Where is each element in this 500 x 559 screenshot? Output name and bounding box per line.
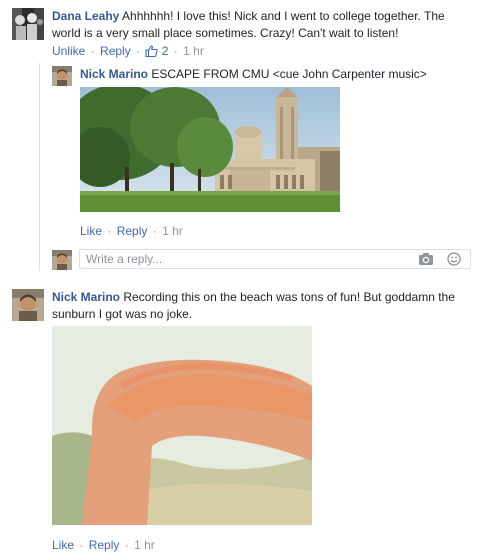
comment-text-line-1: Recording this on the beach was tons of … (123, 290, 455, 304)
camera-icon-svg (419, 253, 433, 265)
reply-input[interactable] (86, 252, 406, 266)
like-count-number: 2 (161, 44, 169, 58)
smiley-icon[interactable] (446, 252, 462, 266)
separator: · (136, 44, 141, 58)
reply-actions: Like · Reply · 1 hr (80, 224, 183, 238)
reply-link[interactable]: Reply (89, 538, 120, 552)
sunburn-photo[interactable] (52, 326, 312, 525)
camera-icon[interactable] (418, 252, 434, 266)
separator: · (79, 538, 84, 552)
current-user-avatar (52, 250, 72, 270)
thread-line (39, 63, 40, 271)
avatar-image (52, 66, 72, 86)
avatar-nick-marino[interactable] (12, 289, 44, 321)
smiley-icon-svg (447, 252, 461, 266)
separator: · (124, 538, 129, 552)
comment-body: Nick Marino Recording this on the beach … (52, 289, 482, 323)
like-link[interactable]: Like (80, 224, 102, 238)
reply-body: Nick Marino ESCAPE FROM CMU <cue John Ca… (80, 66, 480, 83)
cmu-photo[interactable] (80, 87, 340, 212)
comment-text-line-2: sunburn I got was no joke. (52, 307, 193, 321)
avatar-image (12, 289, 44, 321)
comment-body: Dana Leahy Ahhhhhh! I love this! Nick an… (52, 8, 472, 42)
reply-link[interactable]: Reply (100, 44, 131, 58)
like-link[interactable]: Like (52, 538, 74, 552)
separator: · (152, 224, 157, 238)
building-photo-image (80, 87, 340, 212)
reply-text: ESCAPE FROM CMU <cue John Carpenter musi… (151, 67, 427, 81)
reply-author[interactable]: Nick Marino (80, 67, 148, 81)
avatar-nick-marino[interactable] (52, 66, 72, 86)
timestamp[interactable]: 1 hr (183, 44, 204, 58)
thumbs-up-icon (145, 45, 159, 58)
like-count[interactable]: 2 (145, 44, 168, 58)
timestamp[interactable]: 1 hr (162, 224, 183, 238)
comment-author[interactable]: Dana Leahy (52, 9, 119, 23)
reply-link[interactable]: Reply (117, 224, 148, 238)
separator: · (107, 224, 112, 238)
reply-box (79, 249, 471, 269)
avatar-dana-leahy[interactable] (12, 8, 44, 40)
avatar-image (52, 250, 72, 270)
leg-photo-image (52, 326, 312, 525)
comment-actions: Unlike · Reply · 2 · 1 hr (52, 44, 204, 58)
unlike-link[interactable]: Unlike (52, 44, 85, 58)
avatar-image (12, 8, 44, 40)
separator: · (173, 44, 178, 58)
comment-actions: Like · Reply · 1 hr (52, 538, 155, 552)
timestamp[interactable]: 1 hr (134, 538, 155, 552)
separator: · (90, 44, 95, 58)
comment-author[interactable]: Nick Marino (52, 290, 120, 304)
